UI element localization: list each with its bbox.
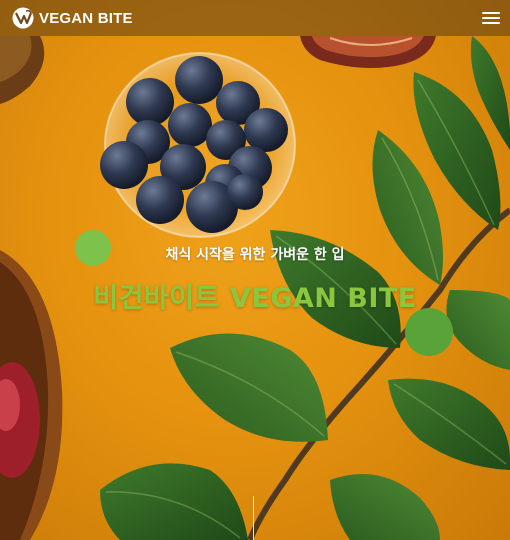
hero-background-photo [0, 36, 510, 540]
hero-tagline: 채식 시작을 위한 가벼운 한 입 [165, 247, 345, 263]
scroll-indicator-line [253, 496, 254, 540]
hero-section [0, 0, 510, 540]
site-logo[interactable]: VEGAN BITE [12, 7, 133, 29]
hamburger-menu-icon[interactable] [482, 10, 500, 26]
decorative-dot-large [405, 308, 453, 356]
site-header: VEGAN BITE [0, 0, 510, 36]
vegan-bite-logo-icon [12, 7, 34, 29]
logo-text: VEGAN BITE [39, 9, 133, 27]
hero-title: 비건바이트 VEGAN BITE [93, 283, 417, 314]
